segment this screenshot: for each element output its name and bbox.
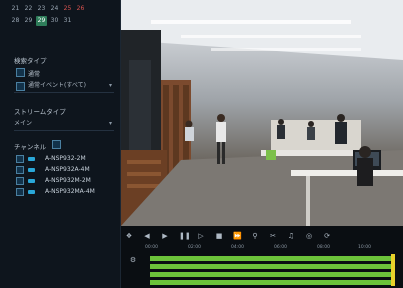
fast-forward-icon[interactable]: ⏩: [233, 232, 242, 240]
channel-checkbox[interactable]: [16, 154, 24, 163]
channel-checkbox[interactable]: [16, 187, 24, 196]
channel-item[interactable]: A-NSP932MA-4M: [16, 187, 95, 196]
calendar-day[interactable]: 30: [49, 16, 60, 26]
channel-item[interactable]: A-NSP932-2M: [16, 154, 86, 163]
chevron-down-icon: ▾: [108, 82, 112, 89]
video-playback-view[interactable]: [121, 0, 403, 226]
stream-type-select[interactable]: メイン ▾: [14, 118, 114, 129]
timeline-track-4[interactable]: [150, 280, 395, 285]
sidebar: 21 22 23 24 25 26 28 29 29 30 31 検索タイプ 通…: [0, 0, 121, 288]
regular-label: 通常: [28, 71, 41, 78]
channel-item[interactable]: A-NSP932A-4M: [16, 165, 90, 174]
frame-forward-icon[interactable]: ▷: [197, 232, 205, 240]
stream-type-value: メイン: [14, 120, 33, 127]
calendar-day[interactable]: 25: [62, 4, 73, 14]
zoom-icon[interactable]: ⚲: [251, 232, 259, 240]
settings-icon[interactable]: ⚙: [129, 256, 137, 264]
step-forward-icon[interactable]: ▶: [161, 232, 169, 240]
divider: [14, 92, 114, 93]
fullscreen-icon[interactable]: ❖: [125, 232, 133, 240]
channel-checkbox[interactable]: [16, 176, 24, 185]
rewind-icon[interactable]: ◀: [143, 232, 151, 240]
camera-icon: [28, 178, 35, 183]
calendar-day[interactable]: 21: [10, 4, 21, 14]
office-scene: [121, 0, 403, 226]
channel-label: チャンネル: [14, 143, 47, 151]
timeline-tick: 06:00: [274, 245, 287, 250]
calendar-day[interactable]: 29: [23, 16, 34, 26]
timeline-tick: 04:00: [231, 245, 244, 250]
channel-item[interactable]: A-NSP932M-2M: [16, 176, 91, 185]
camera-icon: [28, 189, 35, 194]
channel-name: A-NSP932MA-4M: [45, 188, 95, 195]
channel-name: A-NSP932-2M: [45, 155, 86, 162]
event-checkbox[interactable]: [16, 82, 25, 91]
calendar-day-selected[interactable]: 29: [36, 16, 47, 26]
crop-icon[interactable]: ✂: [269, 232, 277, 240]
event-type-select[interactable]: 通常イベント(すべて) ▾: [28, 80, 114, 91]
sync-icon[interactable]: ⟳: [323, 232, 331, 240]
divider: [14, 130, 114, 131]
camera-icon: [28, 167, 35, 172]
calendar-day[interactable]: 28: [10, 16, 21, 26]
timeline-track-2[interactable]: [150, 264, 395, 269]
camera-icon: [28, 156, 35, 161]
event-type-value: 通常イベント(すべて): [28, 82, 87, 89]
audio-icon[interactable]: ♫: [287, 232, 295, 240]
timeline-cursor[interactable]: [391, 254, 395, 286]
channel-name: A-NSP932M-2M: [45, 177, 91, 184]
calendar-day[interactable]: 24: [49, 4, 60, 14]
calendar-row-1: 21 22 23 24 25 26: [10, 4, 86, 14]
channel-name: A-NSP932A-4M: [45, 166, 90, 173]
timeline-tick: 00:00: [145, 245, 158, 250]
snapshot-icon[interactable]: ◎: [305, 232, 313, 240]
stop-icon[interactable]: ■: [215, 232, 223, 240]
regular-checkbox[interactable]: [16, 68, 25, 77]
search-type-label: 検索タイプ: [14, 57, 47, 65]
calendar-day[interactable]: 31: [62, 16, 73, 26]
timeline-track-3[interactable]: [150, 272, 395, 277]
timeline-tick: 10:00: [358, 245, 371, 250]
calendar-day[interactable]: 22: [23, 4, 34, 14]
channel-all-checkbox[interactable]: [52, 140, 61, 149]
pause-icon[interactable]: ❚❚: [179, 232, 191, 240]
calendar-row-2: 28 29 29 30 31: [10, 16, 73, 26]
calendar-day[interactable]: 26: [75, 4, 86, 14]
calendar-day[interactable]: 23: [36, 4, 47, 14]
timeline-track-1[interactable]: [150, 256, 395, 261]
timeline-tick: 08:00: [317, 245, 330, 250]
stream-type-label: ストリームタイプ: [14, 108, 66, 116]
channel-checkbox[interactable]: [16, 165, 24, 174]
chevron-down-icon: ▾: [108, 120, 112, 127]
timeline-tick: 02:00: [188, 245, 201, 250]
